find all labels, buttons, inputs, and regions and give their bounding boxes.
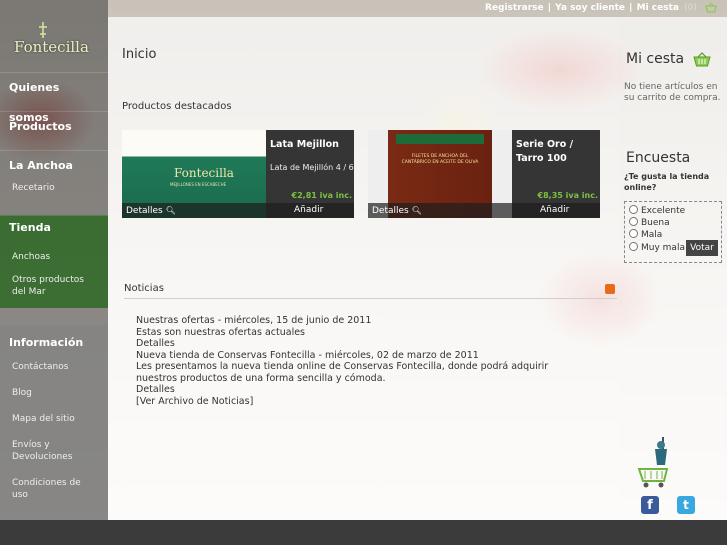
cart-title: Mi cesta	[626, 51, 685, 67]
poll-form: Excelente Buena Mala Muy mala Votar	[624, 201, 722, 263]
radio-icon[interactable]	[629, 217, 638, 226]
product-price: €8,35 iva inc.	[537, 191, 598, 200]
product-price: €2,81 iva inc.	[291, 191, 352, 200]
sidebar: Fontecilla Quienes somos Productos La An…	[0, 0, 108, 520]
zoom-icon[interactable]: 🔍︎	[166, 206, 176, 215]
news-item-summary: Estas son nuestras ofertas actuales	[136, 326, 305, 338]
cart-empty-text: No tiene artículos en su carrito de comp…	[624, 82, 721, 103]
radio-icon[interactable]	[629, 242, 638, 251]
vote-button[interactable]: Votar	[686, 240, 718, 256]
right-column: Mi cesta No tiene artículos en su carrit…	[619, 17, 727, 520]
register-link[interactable]: Registrarse	[485, 3, 544, 13]
sidebar-item-productos[interactable]: Productos	[0, 111, 108, 150]
twitter-icon[interactable]: t	[677, 496, 695, 514]
sidebar-item-quienes-somos[interactable]: Quienes somos	[0, 72, 108, 124]
page-title: Inicio	[122, 47, 157, 62]
product-actions: Detalles 🔍︎ Añadir	[368, 203, 600, 218]
sidebar-item-otros-productos[interactable]: Otros productos del Mar	[0, 268, 108, 308]
fisherman-logo-icon	[39, 22, 47, 38]
product-card[interactable]: Fontecilla MEJILLONES EN ESCABECHE Lata …	[122, 130, 354, 218]
tienda-section: Tienda Anchoas Otros productos del Mar	[0, 215, 108, 308]
poll-option[interactable]: Buena	[629, 217, 670, 228]
news-item-summary: Les presentamos la nueva tienda online d…	[136, 361, 549, 384]
logo-text: Fontecilla	[14, 38, 89, 56]
add-to-cart-button[interactable]: Añadir	[540, 203, 569, 218]
sidebar-item-contactanos[interactable]: Contáctanos	[0, 355, 108, 381]
product-name[interactable]: Serie Oro / Tarro 100	[516, 138, 600, 166]
details-link[interactable]: Detalles 🔍︎	[372, 203, 422, 218]
basket-count: (0)	[684, 3, 697, 13]
main-content: Inicio Productos destacados Fontecilla M…	[108, 17, 619, 520]
news-header: Noticias	[124, 283, 617, 299]
product-actions: Detalles 🔍︎ Añadir	[122, 203, 354, 218]
sidebar-item-tienda[interactable]: Tienda	[0, 215, 108, 246]
details-label: Detalles	[372, 206, 409, 216]
logo[interactable]: Fontecilla	[0, 0, 108, 72]
poll-option[interactable]: Muy mala	[629, 242, 685, 253]
news-list: Nuestras ofertas - miércoles, 15 de juni…	[136, 315, 586, 407]
poll-title: Encuesta	[626, 150, 691, 166]
sidebar-item-mapa[interactable]: Mapa del sitio	[0, 407, 108, 433]
sidebar-item-envios[interactable]: Envíos y Devoluciones	[0, 433, 108, 471]
product-card[interactable]: FILETES DE ANCHOA DEL CANTÁBRICO EN ACEI…	[368, 130, 600, 218]
sidebar-item-blog[interactable]: Blog	[0, 381, 108, 407]
add-to-cart-button[interactable]: Añadir	[294, 203, 323, 218]
jar-lid	[396, 134, 484, 144]
can-sublabel: MEJILLONES EN ESCABECHE	[170, 182, 227, 187]
product-name[interactable]: Lata Mejillon	[270, 138, 354, 152]
radio-icon[interactable]	[629, 229, 638, 238]
zoom-icon[interactable]: 🔍︎	[412, 206, 422, 215]
poll-option-label: Mala	[641, 230, 663, 240]
client-login-link[interactable]: Ya soy cliente	[555, 3, 625, 13]
poll-question: ¿Te gusta la tienda online?	[624, 172, 710, 192]
news-item-title[interactable]: Nuestras ofertas - miércoles, 15 de juni…	[136, 315, 586, 327]
poll-option[interactable]: Mala	[629, 229, 662, 240]
basket-link[interactable]: Mi cesta	[637, 3, 679, 13]
basket-icon[interactable]	[693, 52, 711, 67]
sidebar-item-la-anchoa[interactable]: La Anchoa	[0, 150, 108, 177]
news-details-link[interactable]: Detalles	[136, 338, 586, 350]
product-desc: Lata de Mejillón 4 / 6	[270, 163, 354, 172]
mascot-cart-icon	[637, 437, 669, 488]
sidebar-item-anchoas[interactable]: Anchoas	[0, 246, 108, 268]
jar-label: FILETES DE ANCHOA DEL CANTÁBRICO EN ACEI…	[401, 154, 479, 165]
news-details-link[interactable]: Detalles	[136, 384, 586, 396]
top-bar: Registrarse | Ya soy cliente | Mi cesta …	[108, 0, 727, 17]
facebook-icon[interactable]: f	[641, 496, 659, 514]
poll-option-label: Muy mala	[641, 243, 685, 253]
sidebar-item-informacion[interactable]: Información	[0, 325, 108, 355]
poll-option-label: Excelente	[641, 206, 686, 216]
informacion-section: Información Contáctanos Blog Mapa del si…	[0, 325, 108, 520]
rss-icon[interactable]	[605, 284, 615, 294]
news-title: Noticias	[124, 283, 164, 294]
sidebar-item-condiciones[interactable]: Condiciones de uso	[0, 471, 108, 509]
details-link[interactable]: Detalles 🔍︎	[126, 203, 176, 218]
poll-option-label: Buena	[641, 218, 670, 228]
sidebar-item-recetario[interactable]: Recetario	[0, 177, 108, 215]
can-label: Fontecilla	[174, 166, 234, 180]
poll-option[interactable]: Excelente	[629, 205, 685, 216]
news-archive-link[interactable]: [Ver Archivo de Noticias]	[136, 396, 586, 408]
featured-title: Productos destacados	[122, 101, 232, 112]
details-label: Detalles	[126, 206, 163, 216]
radio-icon[interactable]	[629, 205, 638, 214]
basket-icon[interactable]	[705, 2, 717, 13]
news-item-title[interactable]: Nueva tienda de Conservas Fontecilla - m…	[136, 350, 586, 362]
footer	[0, 520, 727, 545]
